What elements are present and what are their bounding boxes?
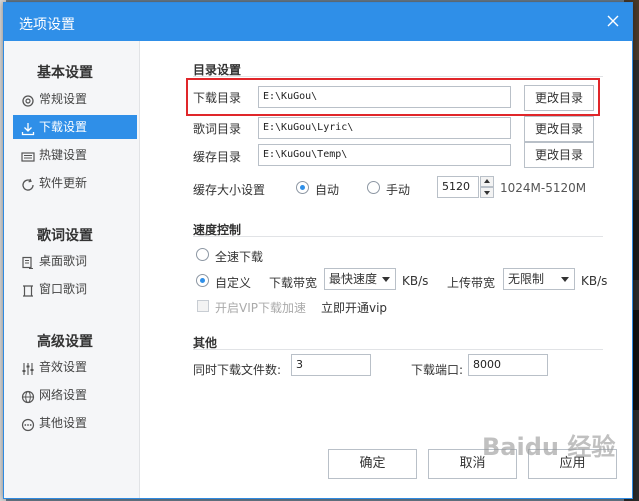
sidebar-item-general[interactable]: 常规设置: [13, 87, 137, 111]
sidebar: 基本设置 常规设置 下载设置 热键设置 软件更新 歌词设置 桌面歌词 窗口歌词 …: [4, 41, 140, 498]
lyric-dir-label: 歌词目录: [193, 122, 242, 136]
arrow-up-icon: [484, 179, 490, 183]
vip-signup-link[interactable]: 立即开通vip: [321, 299, 387, 316]
sidebar-item-update[interactable]: 软件更新: [13, 171, 137, 195]
window-lyric-icon: [21, 282, 35, 297]
sidebar-item-desktop-lyric[interactable]: 桌面歌词: [13, 249, 137, 273]
sidebar-item-download[interactable]: 下载设置: [13, 115, 137, 139]
sidebar-item-label: 音效设置: [39, 360, 88, 374]
cache-dir-label: 缓存目录: [193, 150, 242, 164]
download-icon: [21, 120, 35, 136]
more-icon: [21, 416, 35, 432]
gear-icon: [21, 92, 35, 107]
equalizer-icon: [21, 360, 35, 375]
vip-accel-label: 开启VIP下载加速: [215, 301, 306, 315]
change-lyric-dir-button[interactable]: 更改目录: [524, 116, 594, 142]
download-bandwidth-value: 最快速度: [329, 272, 378, 286]
change-download-dir-button[interactable]: 更改目录: [524, 85, 594, 111]
section-divider: [193, 76, 603, 77]
upload-unit: KB/s: [581, 274, 608, 288]
sidebar-item-label: 网络设置: [39, 388, 88, 402]
section-divider: [193, 236, 603, 237]
sidebar-item-label: 下载设置: [39, 120, 88, 134]
download-dir-input[interactable]: E:\KuGou\: [258, 86, 511, 108]
cache-size-up-button[interactable]: [480, 176, 494, 187]
cache-auto-label: 自动: [315, 183, 340, 197]
sidebar-item-label: 桌面歌词: [39, 254, 88, 268]
upload-bandwidth-select[interactable]: 无限制: [503, 268, 575, 290]
cache-size-label: 缓存大小设置: [193, 183, 266, 197]
chevron-down-icon: [382, 277, 390, 282]
refresh-icon: [21, 176, 35, 191]
download-port-label: 下载端口:: [411, 363, 464, 377]
group-title-lyric: 歌词设置: [37, 228, 93, 244]
download-bandwidth-label: 下载带宽: [269, 276, 318, 290]
ok-button[interactable]: 确定: [328, 449, 417, 479]
change-cache-dir-button[interactable]: 更改目录: [524, 142, 594, 168]
cache-dir-input[interactable]: E:\KuGou\Temp\: [258, 144, 511, 166]
keyboard-icon: [21, 148, 35, 162]
cache-manual-radio[interactable]: [367, 181, 380, 194]
sidebar-item-label: 其他设置: [39, 416, 88, 430]
cache-size-range: 1024M-5120M: [500, 181, 587, 195]
cache-auto-radio[interactable]: [296, 181, 309, 194]
concurrent-downloads-label: 同时下载文件数:: [193, 363, 282, 377]
group-title-basic: 基本设置: [37, 65, 93, 81]
sidebar-item-window-lyric[interactable]: 窗口歌词: [13, 277, 137, 301]
cache-size-down-button[interactable]: [480, 187, 494, 198]
sidebar-item-other[interactable]: 其他设置: [13, 411, 137, 435]
download-dir-label: 下载目录: [193, 91, 242, 105]
close-icon[interactable]: [605, 13, 621, 29]
sidebar-item-label: 热键设置: [39, 148, 88, 162]
full-speed-label: 全速下载: [215, 250, 264, 264]
download-port-input[interactable]: 8000: [468, 354, 548, 376]
arrow-down-icon: [484, 191, 490, 195]
concurrent-downloads-input[interactable]: 3: [291, 354, 371, 376]
upload-bandwidth-value: 无限制: [508, 272, 545, 286]
chevron-down-icon: [561, 277, 569, 282]
baidu-watermark: Baidu 经验: [482, 433, 616, 461]
cache-manual-label: 手动: [386, 183, 411, 197]
lyric-dir-input[interactable]: E:\KuGou\Lyric\: [258, 117, 511, 139]
sidebar-item-label: 软件更新: [39, 176, 88, 190]
sidebar-item-label: 窗口歌词: [39, 282, 88, 296]
sidebar-item-network[interactable]: 网络设置: [13, 383, 137, 407]
group-title-advanced: 高级设置: [37, 334, 93, 350]
dialog-title: 选项设置: [19, 17, 75, 33]
section-divider: [193, 349, 603, 350]
custom-speed-radio[interactable]: [196, 274, 209, 287]
title-bar: 选项设置: [4, 3, 632, 41]
options-dialog: 选项设置 基本设置 常规设置 下载设置 热键设置 软件更新 歌词设置 桌面歌词: [3, 2, 633, 499]
vip-accel-checkbox[interactable]: [197, 300, 209, 312]
desktop-lyric-icon: [21, 254, 35, 269]
custom-speed-label: 自定义: [215, 276, 252, 290]
download-unit: KB/s: [402, 274, 429, 288]
sidebar-item-label: 常规设置: [39, 92, 88, 106]
full-speed-radio[interactable]: [196, 248, 209, 261]
upload-bandwidth-label: 上传带宽: [447, 276, 496, 290]
sidebar-item-sound[interactable]: 音效设置: [13, 355, 137, 379]
globe-icon: [21, 388, 35, 404]
download-bandwidth-select[interactable]: 最快速度: [324, 268, 396, 290]
cache-size-input[interactable]: 5120: [437, 176, 479, 198]
sidebar-item-hotkey[interactable]: 热键设置: [13, 143, 137, 167]
